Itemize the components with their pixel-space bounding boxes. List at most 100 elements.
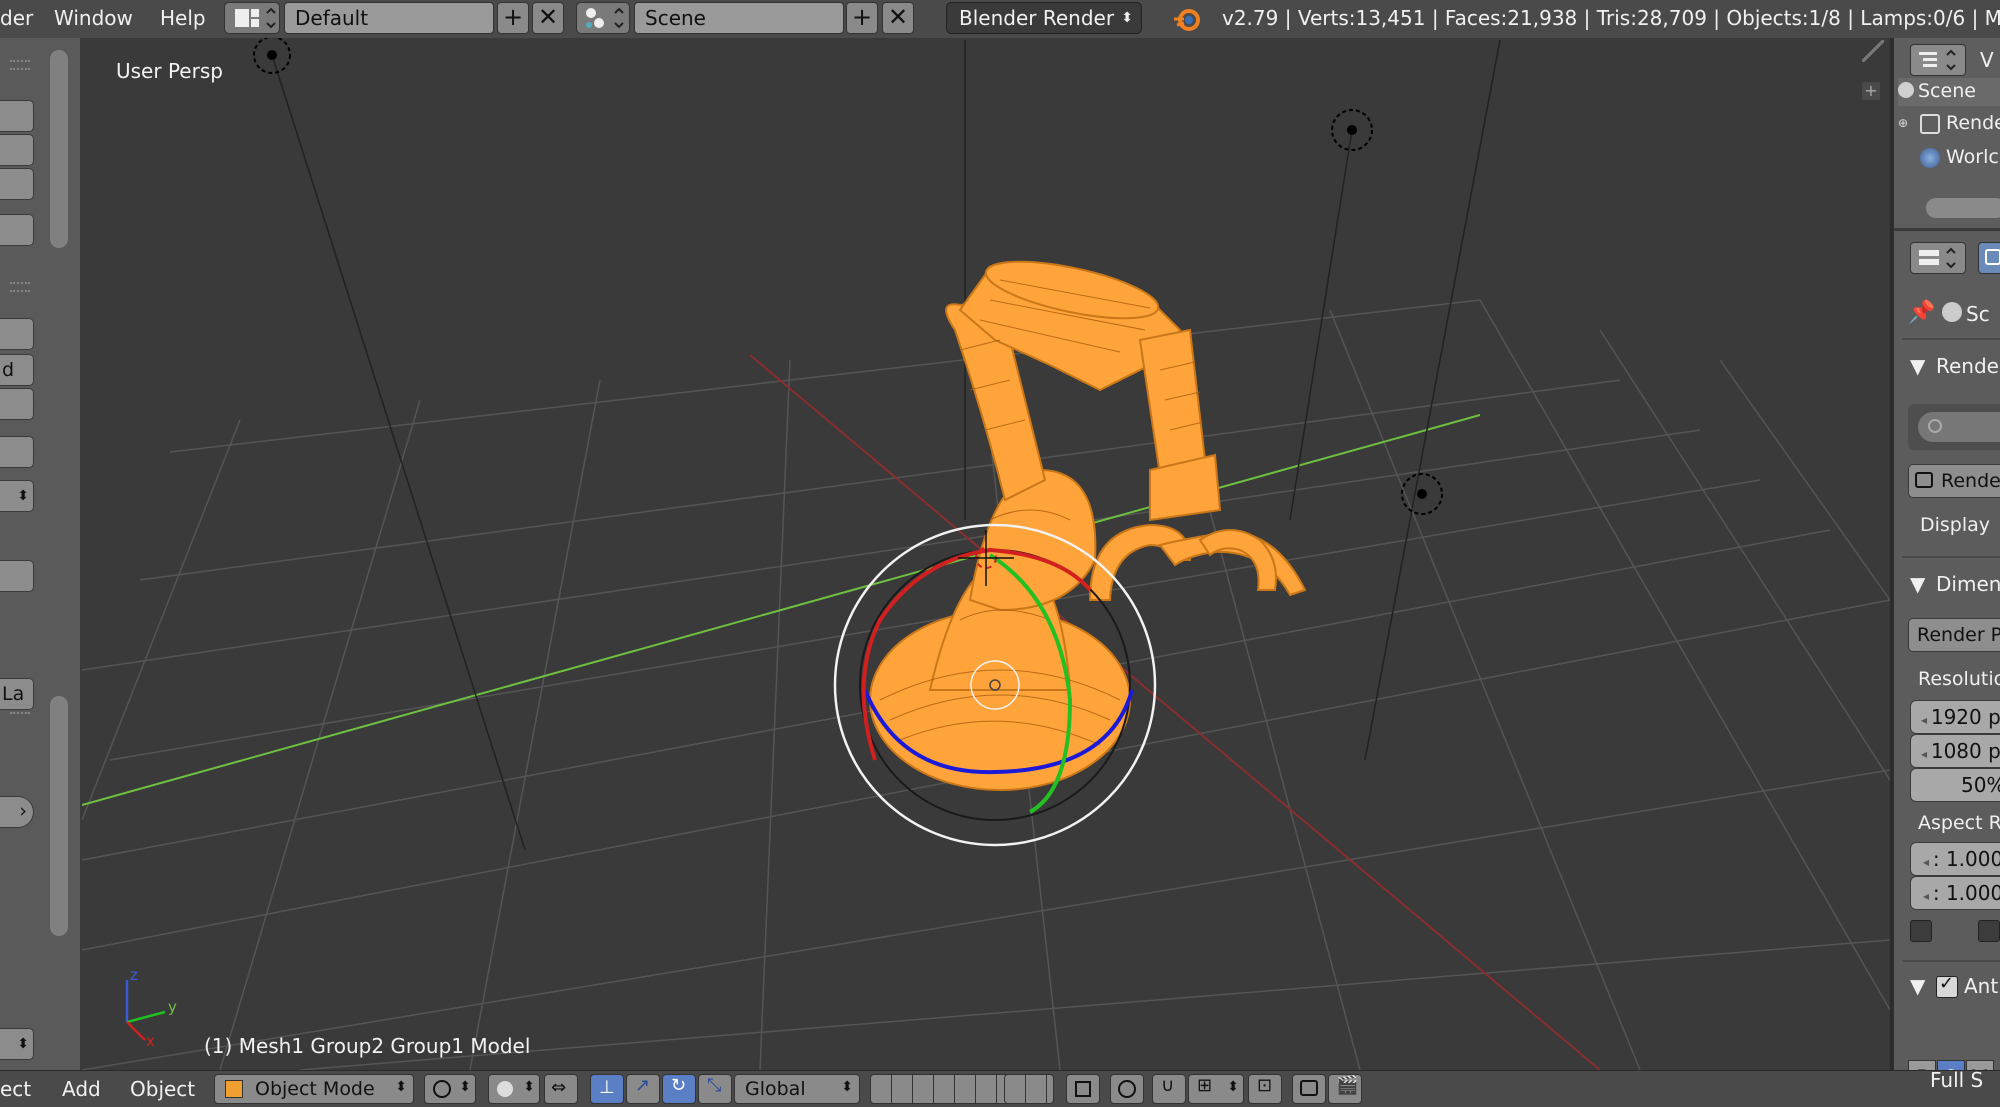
updown-arrows-icon: ⬍ xyxy=(17,488,29,504)
tool-button[interactable] xyxy=(0,214,34,246)
view-menu[interactable]: V xyxy=(1980,48,1994,72)
antialiasing-collapse-arrow[interactable]: ▼ xyxy=(1910,974,1925,998)
tool-button[interactable] xyxy=(0,318,34,350)
outliner-row-render-layers[interactable]: ⊕ Rende xyxy=(1898,110,2000,140)
add-layout-button[interactable]: + xyxy=(497,2,529,34)
outliner-row-world[interactable]: Worlc xyxy=(1898,144,2000,174)
outliner-icon xyxy=(1919,49,1956,71)
render-layers-icon xyxy=(1920,114,1940,134)
menu-object[interactable]: Object xyxy=(130,1077,195,1101)
tool-button[interactable] xyxy=(0,134,34,166)
panel-divider xyxy=(1902,960,2000,962)
aspect-y-field[interactable]: ◂ : 1.000 xyxy=(1910,876,2000,910)
dimensions-panel-header[interactable]: Dimen xyxy=(1936,572,2000,596)
proportional-edit-button[interactable] xyxy=(1110,1074,1144,1104)
transform-orientation-dropdown[interactable]: Global ⬍ xyxy=(734,1074,860,1104)
tool-button[interactable] xyxy=(0,436,34,468)
menu-help[interactable]: Help xyxy=(160,6,206,30)
crop-checkbox[interactable] xyxy=(1978,920,2000,942)
panel-grip[interactable] xyxy=(10,282,30,292)
tool-button[interactable] xyxy=(0,560,34,592)
layer-buttons-group-2[interactable] xyxy=(1004,1074,1054,1104)
remove-scene-button[interactable]: ✕ xyxy=(882,2,914,34)
menu-render[interactable]: der xyxy=(0,6,33,30)
render-animation-button[interactable]: 🎬 xyxy=(1328,1074,1362,1104)
border-checkbox[interactable] xyxy=(1910,920,1932,942)
antialiasing-checkbox[interactable]: ✓ xyxy=(1936,973,1958,998)
menu-window[interactable]: Window xyxy=(54,6,133,30)
render-panel-collapse-arrow[interactable]: ▼ xyxy=(1910,354,1925,378)
tool-button-d[interactable]: d xyxy=(0,354,34,386)
tool-button[interactable] xyxy=(0,168,34,200)
transform-orientation-label: Global xyxy=(745,1078,806,1100)
render-panel-header[interactable]: Rende xyxy=(1936,354,1999,378)
scrollbar-thumb[interactable] xyxy=(50,50,68,248)
updown-arrows-icon: ⬍ xyxy=(1227,1079,1239,1095)
tool-button[interactable] xyxy=(0,100,34,132)
arrow-icon: ↗ xyxy=(635,1075,651,1096)
camera-icon xyxy=(1300,1080,1318,1096)
layout-grid-icon xyxy=(235,7,276,29)
resolution-percentage-slider[interactable]: 50% xyxy=(1910,768,2000,802)
tool-button[interactable] xyxy=(0,388,34,420)
antialiasing-panel-header[interactable]: Ant xyxy=(1964,974,1998,998)
screen-layout-name[interactable]: Default xyxy=(284,2,494,34)
tool-dropdown[interactable]: ⬍ xyxy=(0,1028,34,1060)
resolution-y-field[interactable]: ◂ 1080 p xyxy=(1910,734,2000,768)
scene-selector[interactable] xyxy=(576,2,630,34)
pin-icon[interactable]: 📌 xyxy=(1908,300,1935,325)
render-presets-dropdown[interactable]: Render Pr xyxy=(1908,618,2000,652)
panel-grip[interactable] xyxy=(10,60,30,70)
tool-dropdown[interactable]: ⬍ xyxy=(0,480,34,512)
render-opengl-button[interactable] xyxy=(1292,1074,1326,1104)
outliner-scrollbar[interactable] xyxy=(1926,198,2000,218)
dimensions-collapse-arrow[interactable]: ▼ xyxy=(1910,572,1925,596)
snap-target-button[interactable]: ⊡ xyxy=(1248,1074,1282,1104)
properties-toggle-button[interactable]: + xyxy=(1862,82,1880,100)
lamp-icon[interactable] xyxy=(253,38,291,74)
lock-camera-button[interactable] xyxy=(1066,1074,1100,1104)
scrollbar-thumb[interactable] xyxy=(50,696,68,936)
updown-arrows-icon: ⬍ xyxy=(1121,10,1133,26)
screen-layout-selector[interactable] xyxy=(224,2,280,34)
scene-name[interactable]: Scene xyxy=(634,2,844,34)
editor-type-selector[interactable] xyxy=(1910,44,1966,76)
pivot-point-dropdown[interactable]: ⬍ xyxy=(488,1074,540,1104)
viewport-shading-dropdown[interactable]: ⬍ xyxy=(424,1074,476,1104)
aspect-x-field[interactable]: ◂ : 1.000 xyxy=(1910,842,2000,876)
tool-arrow-field[interactable]: › xyxy=(0,796,34,828)
render-engine-dropdown[interactable]: Blender Render ⬍ xyxy=(946,2,1142,34)
outliner-row-scene[interactable]: Scene xyxy=(1898,78,2000,106)
tool-button-label: d xyxy=(2,359,15,381)
snap-element-dropdown[interactable]: ⊞ ⬍ xyxy=(1188,1074,1244,1104)
cube-icon xyxy=(225,1080,243,1098)
chevron-left-icon: ◂ xyxy=(1921,713,1931,727)
manipulate-center-toggle[interactable]: ⇔ xyxy=(544,1074,578,1104)
interaction-mode-dropdown[interactable]: Object Mode ⬍ xyxy=(214,1074,414,1104)
resolution-x-value: 1920 p xyxy=(1930,705,2000,729)
editor-type-selector[interactable] xyxy=(1910,242,1966,274)
snap-toggle-button[interactable]: ∪ xyxy=(1152,1074,1186,1104)
remove-layout-button[interactable]: ✕ xyxy=(532,2,564,34)
menu-add[interactable]: Add xyxy=(62,1077,101,1101)
chevron-left-icon: ◂ xyxy=(1921,747,1931,761)
translate-manipulator-button[interactable]: ↗ xyxy=(626,1074,660,1104)
menu-select[interactable]: ect xyxy=(0,1077,31,1101)
render-tab[interactable] xyxy=(1978,242,2000,274)
plus-icon: + xyxy=(1864,81,1878,100)
lamp-icon[interactable] xyxy=(1331,109,1373,151)
scale-manipulator-button[interactable]: ⤡ xyxy=(698,1074,732,1104)
robot-arm-model[interactable] xyxy=(869,250,1307,791)
resolution-x-field[interactable]: ◂ 1920 p xyxy=(1910,700,2000,734)
render-button[interactable]: Rende xyxy=(1908,464,2000,498)
manipulator-toggle[interactable]: ⊥ xyxy=(590,1074,624,1104)
rotate-manipulator-button[interactable]: ↻ xyxy=(662,1074,696,1104)
axis-widget-x-label: x xyxy=(146,1032,155,1050)
panel-grip[interactable] xyxy=(10,704,30,714)
area-split-corner[interactable] xyxy=(1862,40,1884,62)
render-slot-field[interactable] xyxy=(1918,412,2000,442)
add-scene-button[interactable]: + xyxy=(846,2,878,34)
3d-viewport[interactable]: z y x + xyxy=(82,38,1890,1070)
lamp-icon[interactable] xyxy=(1401,473,1443,515)
plus-icon: + xyxy=(851,3,873,31)
